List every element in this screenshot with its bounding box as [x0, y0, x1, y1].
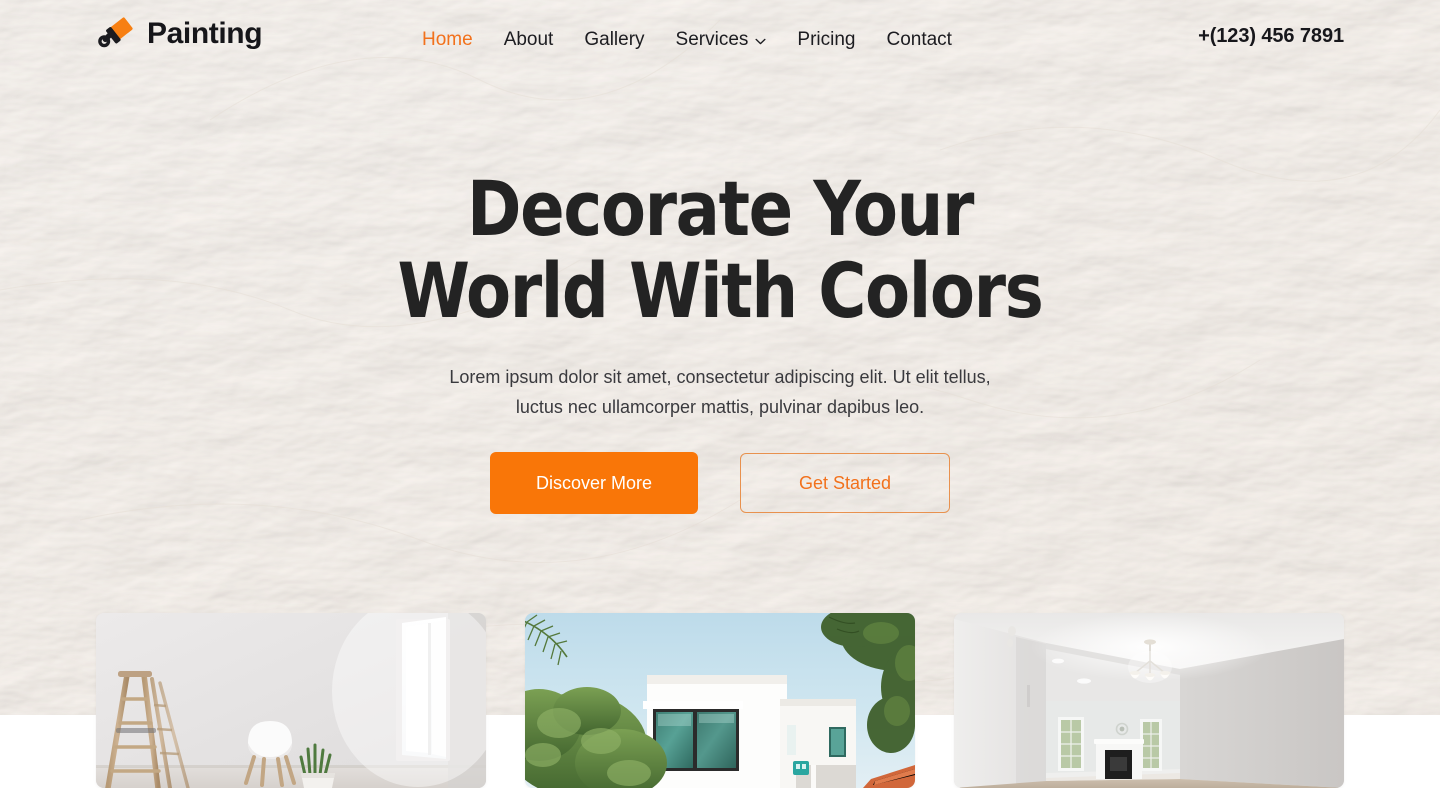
- brand-logo[interactable]: Painting: [96, 14, 263, 54]
- chevron-down-icon: [755, 38, 766, 44]
- hero-actions: Discover More Get Started: [0, 452, 1440, 514]
- page-title-line-2: World With Colors: [397, 246, 1044, 335]
- brand-name: Painting: [147, 17, 263, 50]
- page-title-line-1: Decorate Your: [466, 164, 974, 253]
- nav-item-services[interactable]: Services: [676, 26, 767, 53]
- site-header: Painting Home About Gallery Services Pri…: [0, 0, 1440, 80]
- hero-subtitle-line-1: Lorem ipsum dolor sit amet, consectetur …: [449, 367, 991, 387]
- page-title: Decorate Your World With Colors: [29, 168, 1411, 332]
- nav-item-contact[interactable]: Contact: [886, 26, 951, 53]
- nav-item-pricing-label: Pricing: [797, 29, 856, 50]
- nav-item-about[interactable]: About: [504, 26, 554, 53]
- gallery-item-modern-white-house-exterior[interactable]: [525, 613, 915, 788]
- gallery-item-empty-interior-with-chandelier[interactable]: [954, 613, 1344, 788]
- nav-item-services-label: Services: [675, 29, 749, 50]
- hero-subtitle-line-2: luctus nec ullamcorper mattis, pulvinar …: [515, 397, 925, 417]
- discover-more-button[interactable]: Discover More: [490, 452, 698, 514]
- nav-item-contact-label: Contact: [886, 29, 952, 50]
- hero-subtitle: Lorem ipsum dolor sit amet, consectetur …: [0, 362, 1440, 422]
- gallery-item-white-room-with-ladder[interactable]: [96, 613, 486, 788]
- hero-section: Decorate Your World With Colors Lorem ip…: [0, 168, 1440, 514]
- nav-item-about-label: About: [503, 29, 554, 50]
- landing-page: Painting Home About Gallery Services Pri…: [0, 0, 1440, 788]
- get-started-button[interactable]: Get Started: [740, 453, 950, 513]
- nav-item-gallery[interactable]: Gallery: [584, 26, 644, 53]
- header-phone-number[interactable]: +(123) 456 7891: [1198, 25, 1344, 48]
- nav-item-gallery-label: Gallery: [584, 29, 645, 50]
- nav-item-home-label: Home: [422, 29, 473, 50]
- nav-item-home[interactable]: Home: [422, 26, 473, 53]
- paint-brush-icon: [98, 17, 133, 48]
- nav-item-pricing[interactable]: Pricing: [797, 26, 855, 53]
- main-navigation: Home About Gallery Services Pricing Cont…: [422, 26, 952, 53]
- gallery-strip: [96, 613, 1344, 788]
